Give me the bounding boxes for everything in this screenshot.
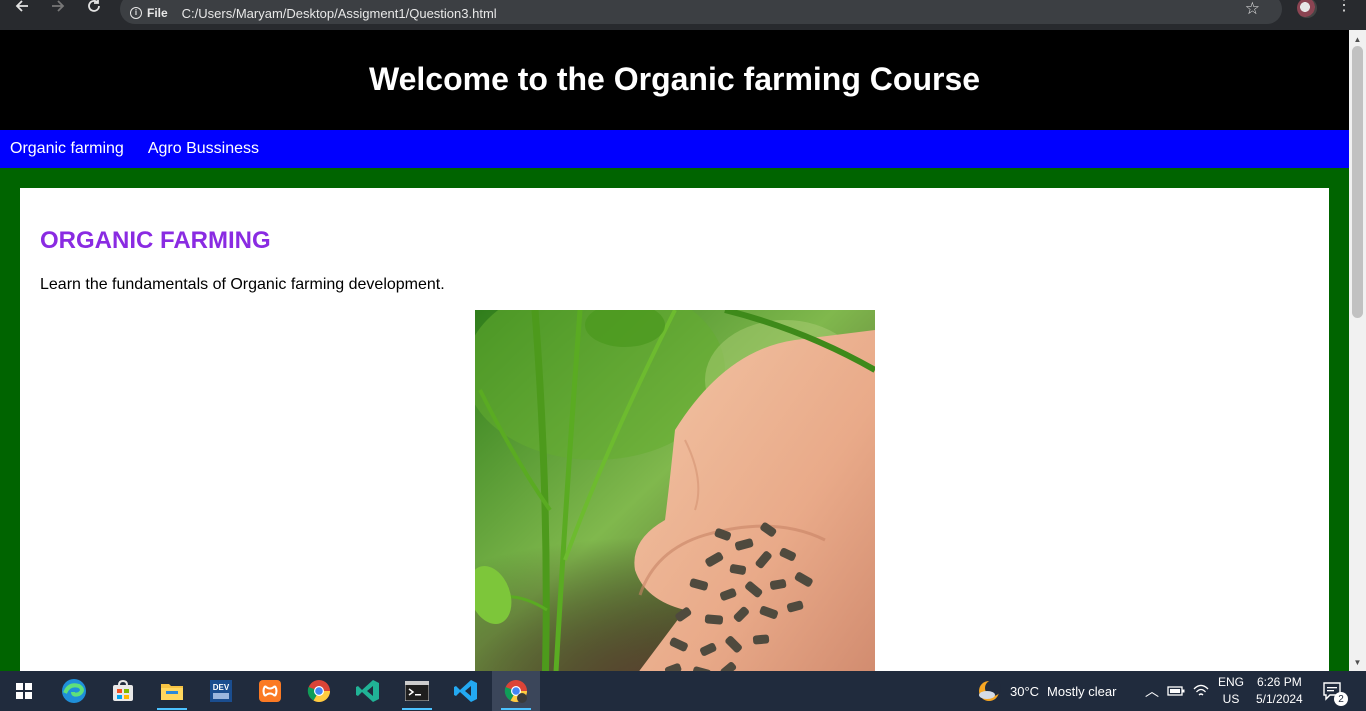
back-icon <box>15 0 28 12</box>
chrome-icon <box>307 680 330 702</box>
lang-top: ENG <box>1218 675 1245 689</box>
vscode-icon <box>454 680 477 702</box>
start-button[interactable] <box>0 671 48 711</box>
scroll-up-arrow[interactable]: ▲ <box>1349 32 1366 46</box>
clock-time: 6:26 PM <box>1257 675 1302 689</box>
taskbar-chrome-active[interactable] <box>492 671 540 711</box>
nav-link-agro-business[interactable]: Agro Bussiness <box>148 140 259 158</box>
vertical-scrollbar[interactable]: ▲ ▼ <box>1349 30 1366 671</box>
weather-icon <box>979 680 1001 701</box>
info-icon: i <box>130 7 142 19</box>
taskbar-chrome[interactable] <box>295 671 343 711</box>
visual-studio-icon <box>356 680 379 702</box>
nav-link-organic-farming[interactable]: Organic farming <box>10 140 124 158</box>
browser-toolbar: i File C:/Users/Maryam/Desktop/Assigment… <box>0 0 1366 30</box>
weather-text: Mostly clear <box>1047 683 1117 699</box>
taskbar-visual-studio[interactable] <box>344 671 392 711</box>
notification-badge: 2 <box>1334 692 1348 706</box>
xampp-icon <box>259 680 281 702</box>
clock[interactable]: 6:26 PM 5/1/2024 <box>1256 671 1303 711</box>
taskbar: DEV 30°C Mostly clear ︿ ENG US 6:26 PM 5… <box>0 671 1366 711</box>
site-chip-label: File <box>147 6 168 20</box>
scroll-down-arrow[interactable]: ▼ <box>1349 655 1366 669</box>
site-header: Welcome to the Organic farming Course <box>0 30 1349 130</box>
store-icon <box>113 679 133 701</box>
chevron-up-icon[interactable]: ︿ <box>1145 681 1159 701</box>
taskbar-dev-cpp[interactable]: DEV <box>197 671 245 711</box>
address-bar[interactable]: i File C:/Users/Maryam/Desktop/Assigment… <box>120 0 1282 24</box>
svg-text:DEV: DEV <box>213 683 230 692</box>
header-title: Welcome to the Organic farming Course <box>368 60 981 97</box>
lang-bottom: US <box>1222 692 1240 706</box>
taskbar-store[interactable] <box>99 671 147 711</box>
taskbar-file-explorer[interactable] <box>148 671 196 711</box>
page-viewport: Welcome to the Organic farming Course Or… <box>0 30 1349 671</box>
notifications-button[interactable]: 2 <box>1322 671 1348 711</box>
clock-date: 5/1/2024 <box>1256 692 1303 706</box>
forward-icon <box>52 0 65 12</box>
terminal-icon <box>405 681 429 701</box>
taskbar-edge[interactable] <box>50 671 98 711</box>
taskbar-terminal[interactable] <box>393 671 441 711</box>
back-button[interactable] <box>4 0 40 21</box>
site-nav: Organic farming Agro Bussiness <box>0 130 1349 168</box>
reload-icon <box>88 0 100 12</box>
tray-icons: ︿ <box>1145 671 1209 711</box>
profile-avatar[interactable] <box>1297 0 1317 18</box>
taskbar-vscode[interactable] <box>442 671 490 711</box>
dev-cpp-icon: DEV <box>210 680 232 702</box>
edge-icon <box>62 679 86 703</box>
battery-icon[interactable] <box>1167 685 1185 697</box>
wifi-icon[interactable] <box>1193 684 1209 698</box>
menu-icon[interactable]: ⋮ <box>1336 0 1352 14</box>
section-description: Learn the fundamentals of Organic farmin… <box>40 276 445 293</box>
weather-temp: 30°C <box>1010 683 1040 699</box>
chrome-active-icon <box>504 680 527 703</box>
weather-widget[interactable]: 30°C Mostly clear <box>977 671 1116 711</box>
site-info-chip[interactable]: i File <box>130 0 168 20</box>
url-text[interactable]: C:/Users/Maryam/Desktop/Assigment1/Quest… <box>182 0 497 21</box>
reload-button[interactable] <box>76 0 112 21</box>
star-icon[interactable]: ☆ <box>1245 0 1260 19</box>
windows-start-icon <box>16 683 32 699</box>
hero-image <box>475 310 875 671</box>
scroll-thumb[interactable] <box>1352 46 1363 318</box>
section-title: ORGANIC FARMING <box>40 227 271 254</box>
taskbar-xampp[interactable] <box>246 671 294 711</box>
language-indicator[interactable]: ENG US <box>1218 671 1244 711</box>
file-explorer-icon <box>161 684 183 700</box>
forward-button[interactable] <box>40 0 76 21</box>
content-card: ORGANIC FARMING Learn the fundamentals o… <box>20 188 1329 671</box>
